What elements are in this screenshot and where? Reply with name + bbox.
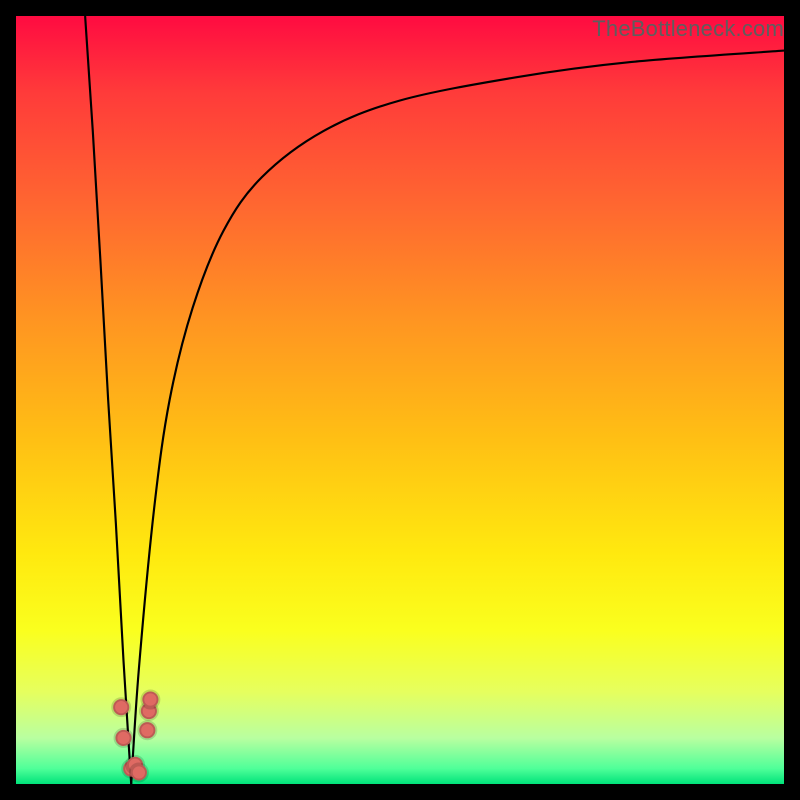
data-point <box>139 722 155 738</box>
bottleneck-curve <box>16 16 784 784</box>
chart-frame: TheBottleneck.com <box>0 0 800 800</box>
curve-right-branch <box>131 51 784 784</box>
data-point <box>131 764 147 780</box>
data-point <box>115 730 131 746</box>
data-point <box>113 699 129 715</box>
watermark-text: TheBottleneck.com <box>592 16 784 42</box>
curve-left-branch <box>85 16 131 784</box>
plot-area <box>16 16 784 784</box>
data-point <box>142 691 158 707</box>
